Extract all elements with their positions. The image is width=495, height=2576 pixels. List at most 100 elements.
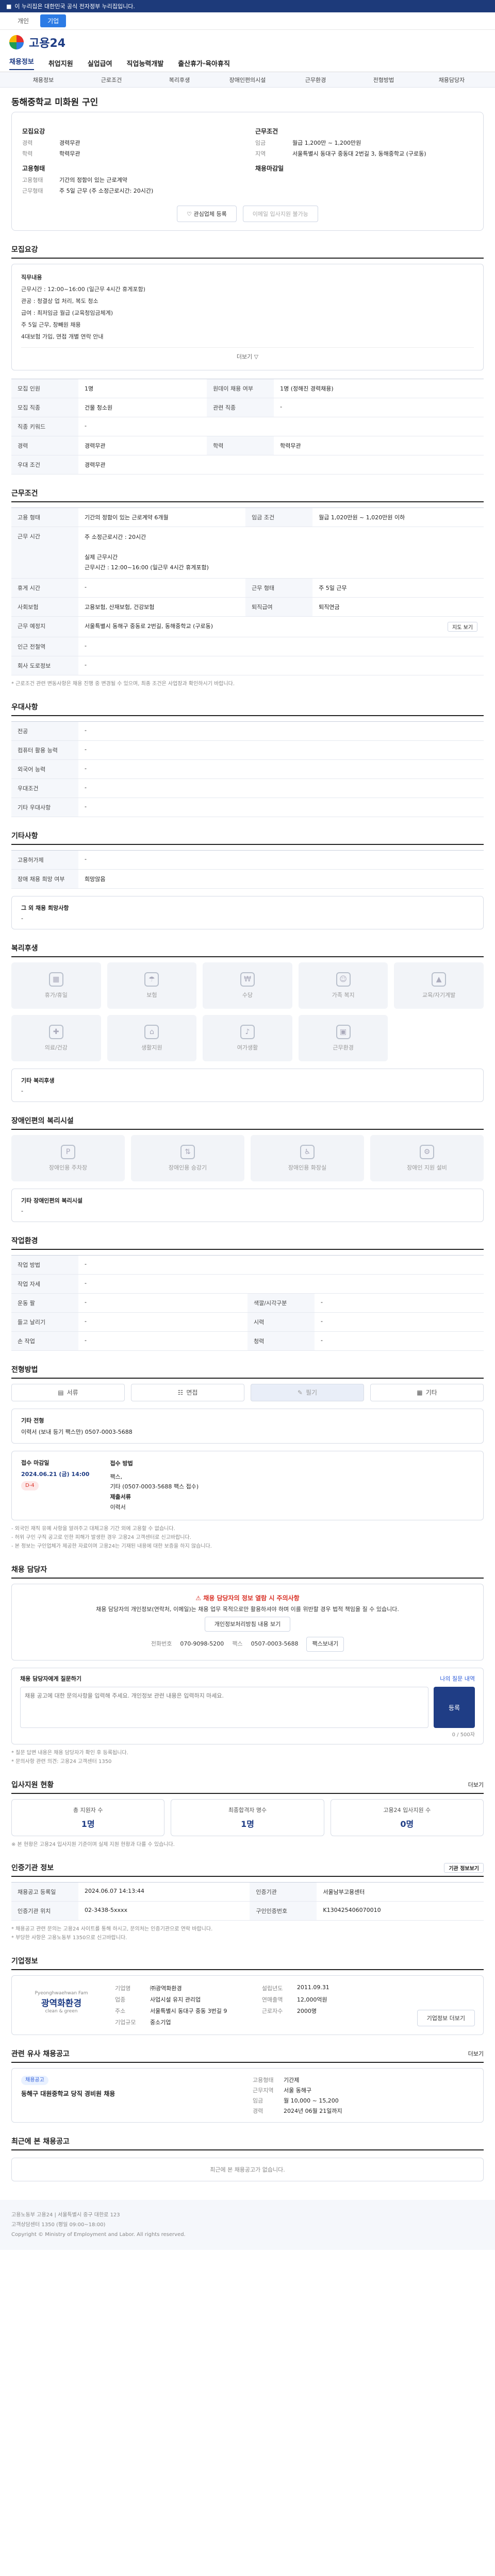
similar-job-title[interactable]: 동해구 대원중학교 당직 경비원 채용	[21, 2089, 242, 2098]
recruit-table: 모집 인원 1명 원데이 채용 여부 1명 (정해진 경력채용) 모집 직종 건물 청소…	[11, 378, 484, 474]
cell: 희망않음	[78, 869, 484, 889]
more-button[interactable]: 더보기 ▽	[21, 347, 474, 363]
stats-section: 입사지원 현황 더보기 총 지원자 수 1명 최종합격자 명수 1명 고용24 입사지…	[11, 1780, 484, 1849]
company-more-button[interactable]: 기업정보 더보기	[417, 2010, 475, 2027]
send-fax-button[interactable]: 팩스보내기	[306, 1637, 344, 1652]
privacy-view-button[interactable]: 개인정보처리방침 내용 보기	[204, 1616, 291, 1632]
etc-table: 고용허가제 - 장애 채용 희망 여부 희망않음	[11, 850, 484, 889]
section-link-access[interactable]: 장애인편의시설	[213, 76, 282, 84]
tab-company[interactable]: 기업	[40, 14, 67, 27]
section-title: 채용 담당자	[11, 1564, 484, 1579]
section-link-env[interactable]: 근무환경	[282, 76, 350, 84]
section-link-contact[interactable]: 채용담당자	[418, 76, 486, 84]
row-header: 사회보험	[11, 597, 78, 617]
access-card: ♿ 장애인용 화장실	[251, 1134, 364, 1181]
cell: 건물 청소원	[78, 398, 207, 417]
welfare-label: 의료/건강	[44, 1044, 68, 1051]
footer-line: 고객상담센터 1350 (평일 09:00~18:00)	[11, 2222, 106, 2228]
section-title: 모집요강	[11, 244, 484, 259]
nav-item-training[interactable]: 직업능력개발	[127, 58, 164, 68]
logo-name: 광역화환경	[41, 1998, 82, 2009]
section-title: 기업정보	[11, 1956, 484, 1971]
more-link[interactable]: 더보기	[468, 1781, 484, 1789]
inquiry-submit-button[interactable]: 등록	[434, 1687, 475, 1728]
map-button[interactable]: 지도 보기	[448, 621, 477, 632]
table-row: 근무 시간 주 소정근로시간 : 20시간 실제 근무시간 근무시간 : 12:0…	[11, 527, 484, 579]
info-key: 근로자수	[261, 2008, 283, 2015]
logo-icon[interactable]	[9, 35, 24, 49]
email-apply-button[interactable]: 이메일 입사지원 불가능	[242, 206, 318, 222]
my-questions-link[interactable]: 나의 질문 내역	[440, 1674, 475, 1683]
table-row: 채용공고 등록일 2024.06.07 14:13:44 인증기관 서울남부고용센터	[11, 1882, 484, 1902]
row-header: 임금 조건	[245, 507, 313, 527]
footer-line: Copyright © Ministry of Employment and L…	[11, 2232, 186, 2238]
similar-job-card[interactable]: 채용공고 동해구 대원중학교 당직 경비원 채용 고용형태 기간제 근무지역 서울 …	[11, 2068, 484, 2123]
cell: 서울특별시 동해구 중동로 2번길, 동해중학교 (구로동) 지도 보기	[78, 616, 484, 637]
row-header: 전공	[11, 721, 78, 741]
cell: 1명	[78, 378, 207, 398]
company-info: 기업명 ㈜광역화환경 설립년도 2011.09.31 업종 사업시설 유지 관리업 연…	[115, 1984, 405, 2026]
note-line: * 부당한 사항은 고용노동부 1350으로 신고바랍니다.	[11, 1935, 127, 1941]
fax-value: 0507-0003-5688	[251, 1640, 299, 1648]
apply-period-box: 접수 마감일 2024.06.21 (금) 14:00 D-4 접수 방법 팩스…	[11, 1450, 484, 1520]
kv-val: 경력무관	[59, 140, 80, 146]
tab-document[interactable]: ▤ 서류	[11, 1383, 125, 1401]
welfare-label: 가족 복지	[332, 991, 355, 998]
nav-item-leave[interactable]: 출산휴가·육아휴직	[178, 58, 230, 68]
stat-label: 총 지원자 수	[73, 1807, 103, 1814]
table-row: 전공 -	[11, 721, 484, 741]
access-card: P 장애인용 주차장	[11, 1134, 125, 1181]
inquiry-input[interactable]	[20, 1687, 428, 1728]
tab-other[interactable]: ▦ 기타	[370, 1383, 484, 1401]
info-val: 2000명	[296, 2008, 317, 2015]
nav-item-jobs[interactable]: 채용정보	[9, 56, 34, 70]
cell: -	[78, 637, 484, 656]
stats-note: ※ 본 현황은 고용24 입사지원 기준이며 실제 지원 현황과 다를 수 있습…	[11, 1842, 175, 1848]
interest-button[interactable]: ♡ 관심업체 등록	[177, 206, 237, 222]
section-title: 최근에 본 채용공고	[11, 2136, 484, 2151]
cell: -	[78, 578, 246, 598]
cell: -	[315, 1331, 484, 1351]
logo-text[interactable]: 고용24	[29, 34, 65, 50]
org-info-button[interactable]: 기관 정보보기	[444, 1862, 484, 1873]
nav-item-benefit[interactable]: 실업급여	[88, 58, 112, 68]
section-link-recruit[interactable]: 채용정보	[9, 76, 77, 84]
kv-key: 근무형태	[22, 188, 43, 194]
row-header: 구인인증번호	[250, 1901, 317, 1921]
row-header: 운동 팔	[11, 1293, 78, 1313]
section-title: 근무조건	[11, 488, 484, 502]
more-link[interactable]: 더보기	[468, 2049, 484, 2058]
company-card: Pyeonghwaehwan Fam 광역화환경 clean & green 기…	[11, 1975, 484, 2036]
tab-personal[interactable]: 개인	[10, 14, 36, 27]
info-key: 연매출액	[261, 1996, 283, 2004]
job-description: 직무내용 근무시간 : 12:00~16:00 (일근무 4시간 휴게포함) 관…	[11, 264, 484, 370]
section-nav: 채용정보 근로조건 복리후생 장애인편의시설 근무환경 전형방법 채용담당자	[0, 72, 495, 88]
inquiry-box: 채용 담당자에게 질문하기 나의 질문 내역 등록 0 / 500자	[11, 1668, 484, 1745]
tab-written[interactable]: ✎ 필기	[251, 1383, 364, 1401]
tab-interview[interactable]: ☷ 면접	[131, 1383, 244, 1401]
footer: 고용노동부 고용24 | 서울특별시 중구 대한로 123 고객상담센터 135…	[0, 2200, 495, 2250]
employment-type-label: 고용형태	[22, 165, 45, 172]
deadline-label: 채용마감일	[255, 165, 284, 172]
welfare-label: 근무환경	[333, 1044, 354, 1051]
row-header: 원데이 채용 여부	[207, 378, 274, 398]
elevator-icon: ⇅	[180, 1144, 195, 1159]
table-row: 장애 채용 희망 여부 희망않음	[11, 869, 484, 889]
table-row: 작업 자세 -	[11, 1274, 484, 1294]
nav-item-support[interactable]: 취업지원	[48, 58, 73, 68]
cell: -	[78, 417, 484, 436]
tab-label: 서류	[67, 1389, 78, 1397]
apply-notes: - 외국인 재직 유예 사항을 알려주고 대체고용 기간 외에 고용할 수 없습…	[11, 1524, 484, 1551]
cell: 경력무관	[78, 455, 484, 474]
access-card: ⇅ 장애인용 승강기	[131, 1134, 244, 1181]
info-key: 설립년도	[261, 1985, 283, 1992]
logo-sub-text: clean & green	[45, 2008, 78, 2014]
row-header: 들고 날리기	[11, 1312, 78, 1332]
kv-val: 기간의 정함이 있는 근로계약	[59, 177, 127, 183]
stats-grid: 총 지원자 수 1명 최종합격자 명수 1명 고용24 입사지원 수 0명	[11, 1799, 484, 1837]
section-link-apply[interactable]: 전형방법	[350, 76, 418, 84]
welfare-card: ♪ 여가생활	[203, 1014, 292, 1061]
cell: -	[78, 1293, 248, 1313]
section-link-cond[interactable]: 근로조건	[77, 76, 145, 84]
section-link-welfare[interactable]: 복리후생	[145, 76, 213, 84]
